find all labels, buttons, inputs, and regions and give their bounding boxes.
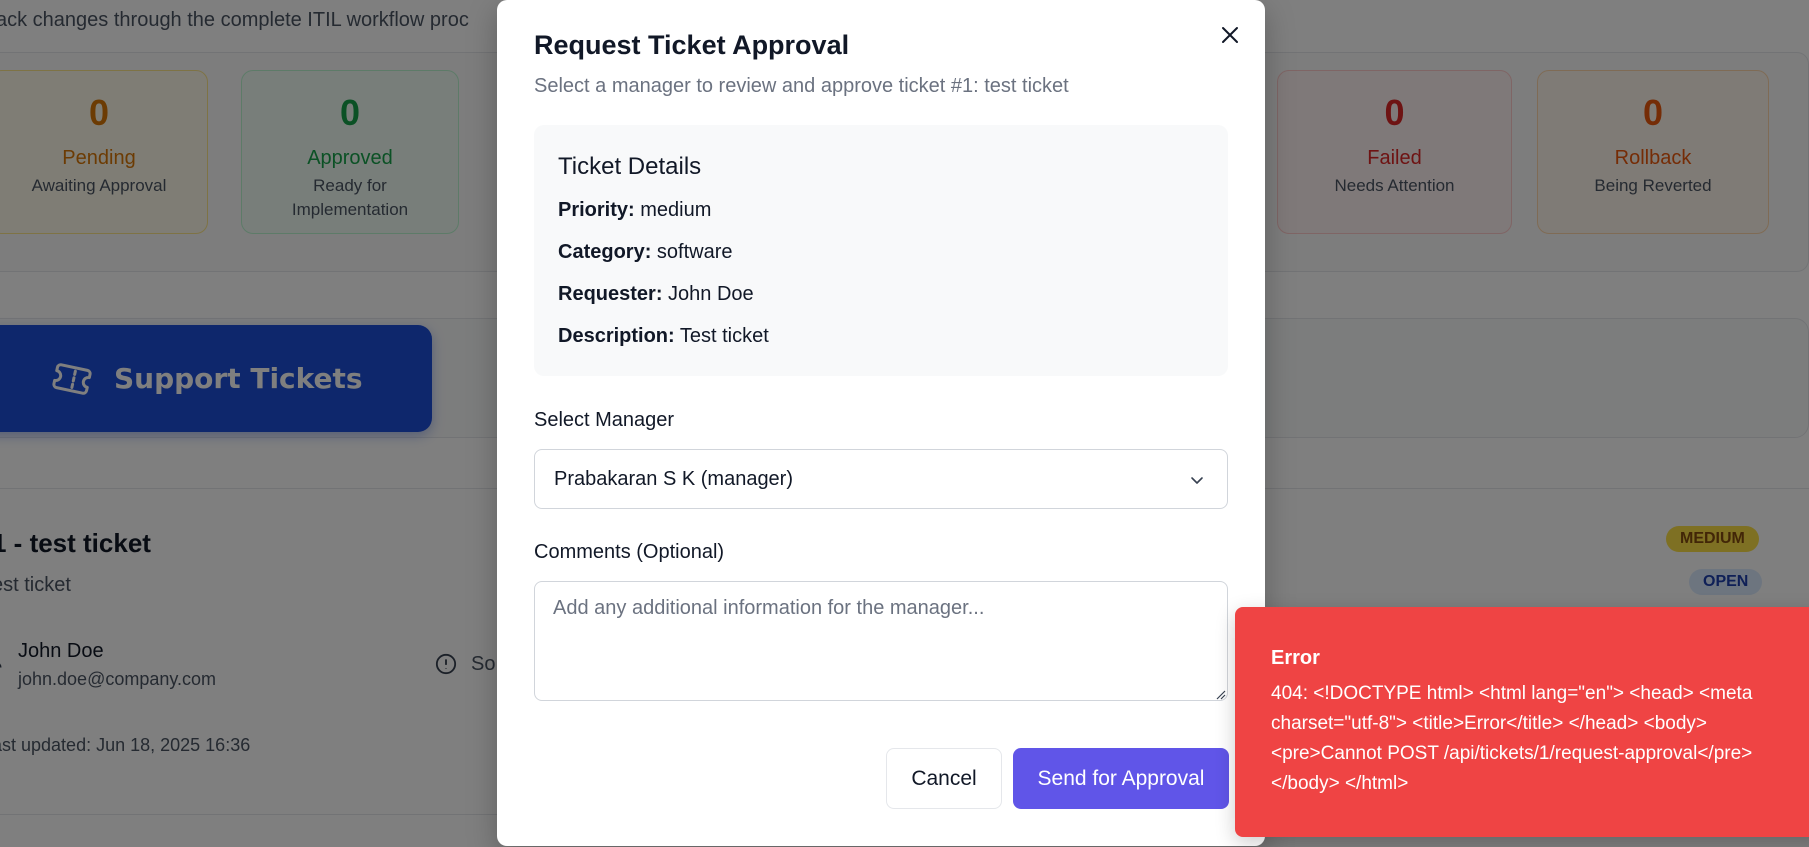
- toast-title: Error: [1271, 647, 1320, 669]
- detail-requester: Requester: John Doe: [558, 283, 754, 306]
- detail-label: Description:: [558, 325, 675, 347]
- modal-subtitle: Select a manager to review and approve t…: [534, 75, 1069, 97]
- detail-label: Requester:: [558, 283, 663, 305]
- detail-label: Priority:: [558, 199, 635, 221]
- detail-value: John Doe: [668, 283, 754, 305]
- cancel-button[interactable]: Cancel: [886, 748, 1002, 809]
- ticket-details-box: Ticket Details Priority: medium Category…: [534, 125, 1228, 376]
- close-icon: [1221, 26, 1239, 49]
- manager-selected-value: Prabakaran S K (manager): [554, 467, 794, 490]
- toast-message: 404: <!DOCTYPE html> <html lang="en"> <h…: [1271, 683, 1753, 794]
- detail-value: Test ticket: [679, 325, 769, 347]
- detail-description: Description: Test ticket: [558, 325, 769, 348]
- chevron-down-icon: [1189, 472, 1205, 488]
- detail-value: medium: [640, 199, 712, 221]
- details-heading: Ticket Details: [558, 153, 702, 180]
- comments-textarea[interactable]: [534, 581, 1228, 701]
- manager-select[interactable]: Prabakaran S K (manager): [534, 449, 1228, 509]
- resize-grip-icon[interactable]: [1214, 687, 1226, 700]
- detail-label: Category:: [558, 241, 652, 263]
- detail-priority: Priority: medium: [558, 199, 711, 222]
- error-toast[interactable]: Error 404: <!DOCTYPE html> <html lang="e…: [1235, 607, 1809, 837]
- send-for-approval-button[interactable]: Send for Approval: [1013, 748, 1229, 809]
- detail-value: software: [656, 241, 733, 263]
- detail-category: Category: software: [558, 241, 733, 264]
- manager-label: Select Manager: [534, 409, 675, 431]
- approval-modal: Request Ticket Approval Select a manager…: [497, 0, 1265, 846]
- comments-label: Comments (Optional): [534, 541, 725, 563]
- modal-title: Request Ticket Approval: [534, 30, 850, 60]
- close-button[interactable]: [1213, 20, 1247, 54]
